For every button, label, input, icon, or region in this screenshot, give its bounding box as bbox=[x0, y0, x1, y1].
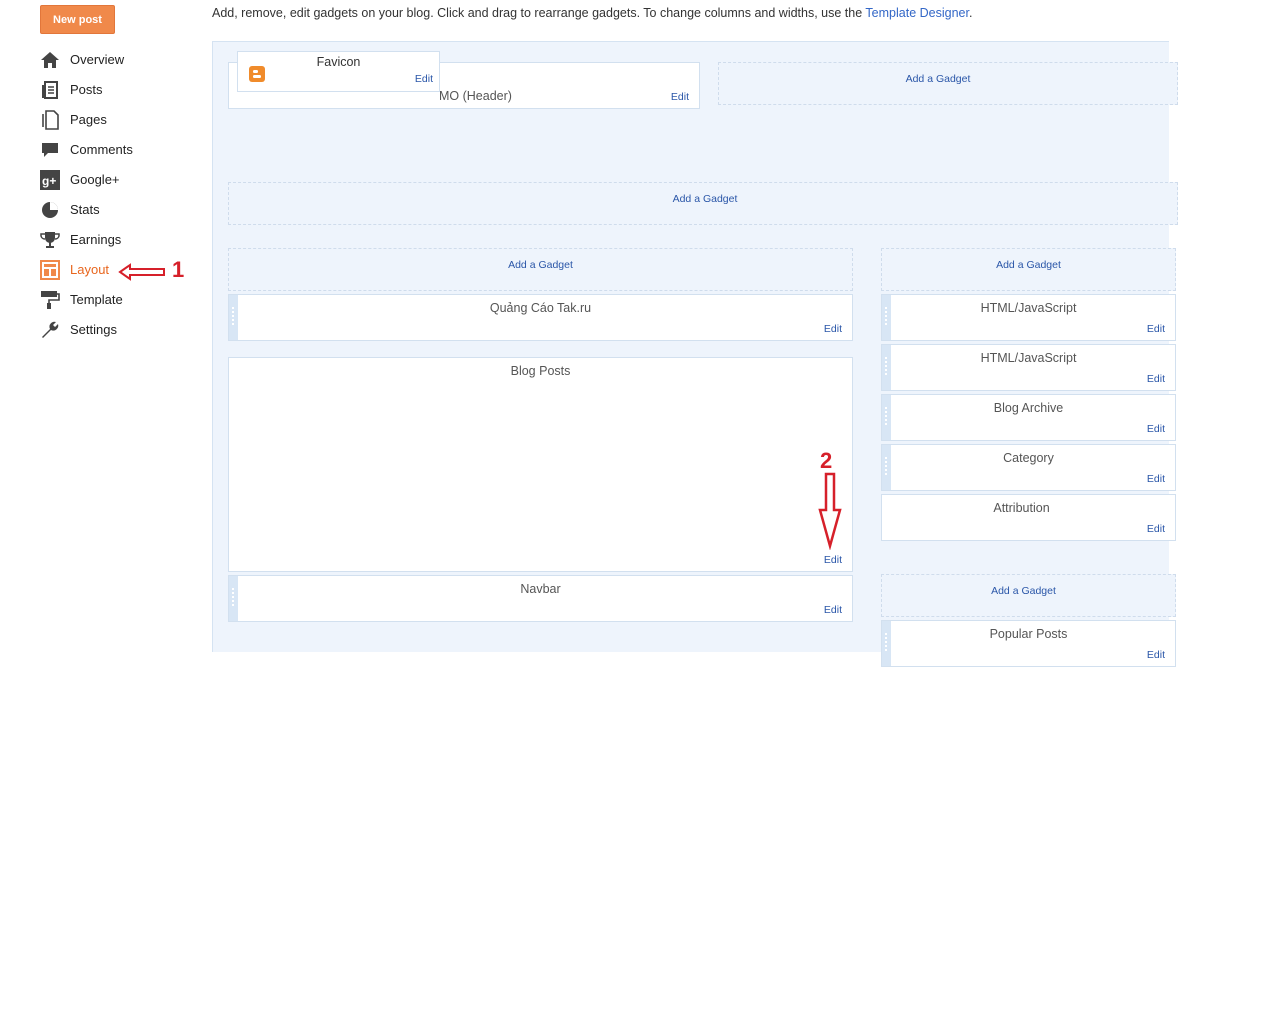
header-edit-link[interactable]: Edit bbox=[671, 91, 689, 103]
sidebar-item-google-plus[interactable]: g+ Google+ bbox=[40, 170, 200, 190]
gadget-title: Blog Posts bbox=[510, 364, 571, 378]
sidebar-item-label: Google+ bbox=[70, 172, 120, 187]
add-gadget-label: Add a Gadget bbox=[508, 259, 573, 271]
sidebar-item-label: Layout bbox=[70, 262, 110, 277]
new-post-button[interactable]: New post bbox=[40, 5, 115, 34]
template-designer-link[interactable]: Template Designer bbox=[865, 6, 969, 20]
wrench-icon bbox=[42, 321, 59, 338]
gadget-edit-link[interactable]: Edit bbox=[824, 323, 842, 335]
pages-icon bbox=[42, 110, 59, 130]
layout-icon bbox=[40, 260, 60, 280]
gadget-title: HTML/JavaScript bbox=[980, 351, 1077, 365]
gadget-html-javascript-2[interactable]: HTML/JavaScript Edit bbox=[881, 344, 1176, 391]
gadget-quang-cao[interactable]: Quảng Cáo Tak.ru Edit bbox=[228, 294, 853, 341]
favicon-gadget[interactable]: Favicon Edit bbox=[237, 51, 440, 92]
gadget-navbar[interactable]: Navbar Edit bbox=[228, 575, 853, 622]
stats-icon bbox=[42, 202, 58, 218]
gadget-edit-link[interactable]: Edit bbox=[1147, 473, 1165, 485]
gadget-title: Attribution bbox=[993, 501, 1050, 515]
add-gadget-label: Add a Gadget bbox=[991, 585, 1056, 597]
annotation-number-2: 2 bbox=[820, 448, 833, 473]
gadget-edit-link[interactable]: Edit bbox=[824, 604, 842, 616]
sidebar-item-settings[interactable]: Settings bbox=[40, 320, 200, 340]
layout-intro-text: Add, remove, edit gadgets on your blog. … bbox=[212, 6, 972, 20]
add-gadget-header-right[interactable]: Add a Gadget bbox=[718, 62, 1178, 105]
gadget-blog-posts[interactable]: Blog Posts Edit bbox=[228, 357, 853, 572]
gadget-edit-link[interactable]: Edit bbox=[1147, 373, 1165, 385]
gadget-title: Popular Posts bbox=[989, 627, 1068, 641]
gadget-title: Navbar bbox=[520, 582, 561, 596]
gadget-title: Favicon bbox=[316, 55, 361, 69]
gadget-edit-link[interactable]: Edit bbox=[1147, 523, 1165, 535]
gadget-edit-link[interactable]: Edit bbox=[1147, 323, 1165, 335]
add-gadget-crossbar[interactable]: Add a Gadget bbox=[228, 182, 1178, 225]
google-plus-icon: g+ bbox=[40, 170, 60, 190]
sidebar-item-template[interactable]: Template bbox=[40, 290, 200, 310]
gadget-blog-archive[interactable]: Blog Archive Edit bbox=[881, 394, 1176, 441]
sidebar-item-label: Comments bbox=[70, 142, 133, 157]
gadget-attribution[interactable]: Attribution Edit bbox=[881, 494, 1176, 541]
gadget-title: Quảng Cáo Tak.ru bbox=[489, 301, 592, 315]
gadget-html-javascript-1[interactable]: HTML/JavaScript Edit bbox=[881, 294, 1176, 341]
intro-suffix: . bbox=[968, 6, 973, 20]
annotation-arrow-down-icon bbox=[818, 472, 842, 550]
sidebar-item-earnings[interactable]: Earnings bbox=[40, 230, 200, 250]
svg-text:g+: g+ bbox=[42, 174, 56, 188]
annotation-arrow-left-icon bbox=[118, 263, 165, 281]
gadget-title: Blog Archive bbox=[993, 401, 1064, 415]
add-gadget-main[interactable]: Add a Gadget bbox=[228, 248, 853, 291]
add-gadget-label: Add a Gadget bbox=[672, 193, 738, 205]
annotation-number-1: 1 bbox=[172, 257, 185, 282]
gadget-title: HTML/JavaScript bbox=[980, 301, 1077, 315]
sidebar-item-comments[interactable]: Comments bbox=[40, 140, 200, 160]
add-gadget-label: Add a Gadget bbox=[905, 73, 971, 85]
sidebar-item-label: Template bbox=[70, 292, 123, 307]
gadget-category[interactable]: Category Edit bbox=[881, 444, 1176, 491]
gadget-title: Category bbox=[1003, 451, 1054, 465]
gadget-edit-link[interactable]: Edit bbox=[1147, 649, 1165, 661]
favicon-edit-link[interactable]: Edit bbox=[415, 73, 433, 85]
posts-icon bbox=[42, 81, 58, 99]
sidebar-item-label: Stats bbox=[70, 202, 100, 217]
sidebar-item-label: Posts bbox=[70, 82, 103, 97]
blog-posts-edit-link[interactable]: Edit bbox=[824, 554, 842, 566]
sidebar-item-overview[interactable]: Overview bbox=[40, 50, 200, 70]
sidebar-item-label: Pages bbox=[70, 112, 107, 127]
trophy-icon bbox=[40, 232, 60, 248]
intro-text: Add, remove, edit gadgets on your blog. … bbox=[212, 6, 866, 20]
home-icon bbox=[41, 52, 59, 68]
gadget-popular-posts[interactable]: Popular Posts Edit bbox=[881, 620, 1176, 667]
add-gadget-sidebar[interactable]: Add a Gadget bbox=[881, 248, 1176, 291]
paint-roller-icon bbox=[41, 291, 60, 309]
sidebar-item-posts[interactable]: Posts bbox=[40, 80, 200, 100]
gadget-title: MO (Header) bbox=[439, 89, 512, 103]
sidebar-item-label: Earnings bbox=[70, 232, 122, 247]
gadget-edit-link[interactable]: Edit bbox=[1147, 423, 1165, 435]
sidebar-item-label: Settings bbox=[70, 322, 117, 337]
add-gadget-sidebar-bottom[interactable]: Add a Gadget bbox=[881, 574, 1176, 617]
sidebar-item-label: Overview bbox=[70, 52, 125, 67]
layout-canvas: MO (Header) Edit Favicon Edit Add a Gadg… bbox=[212, 41, 1178, 667]
comments-icon bbox=[42, 143, 58, 157]
add-gadget-label: Add a Gadget bbox=[996, 259, 1061, 271]
sidebar-item-stats[interactable]: Stats bbox=[40, 200, 200, 220]
sidebar-item-pages[interactable]: Pages bbox=[40, 110, 200, 130]
